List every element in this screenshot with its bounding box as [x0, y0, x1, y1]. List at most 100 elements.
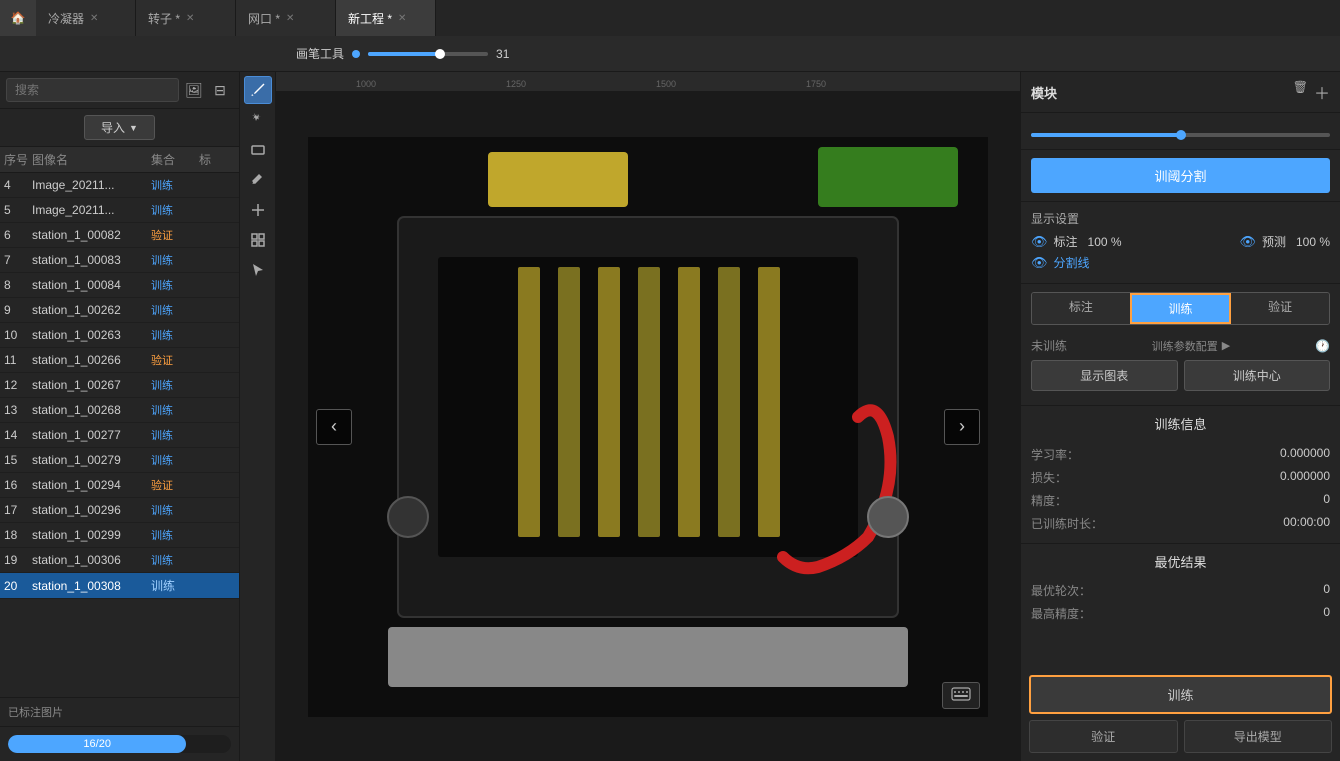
threshold-slider[interactable]: [1031, 133, 1330, 137]
secondary-buttons: 验证 导出模型: [1029, 720, 1332, 753]
list-item[interactable]: 11station_1_00266验证: [0, 348, 239, 373]
segment-button[interactable]: 训阈分割: [1031, 158, 1330, 193]
main-train-button[interactable]: 训练: [1029, 675, 1332, 714]
tab-close-port[interactable]: ✕: [286, 13, 294, 24]
progress-section: 16/20: [0, 726, 239, 761]
list-item[interactable]: 17station_1_00296训练: [0, 498, 239, 523]
grid-tool-btn[interactable]: [244, 226, 272, 254]
trained-time-row: 已训练时长： 00:00:00: [1031, 512, 1330, 535]
list-item[interactable]: 4Image_20211...训练: [0, 173, 239, 198]
list-item[interactable]: 9station_1_00262训练: [0, 298, 239, 323]
best-epoch-row: 最优轮次： 0: [1031, 579, 1330, 602]
loss-value: 0.000000: [1280, 469, 1330, 486]
add-icon[interactable]: ＋: [1314, 80, 1330, 104]
image-icon-btn[interactable]: 🖼: [183, 79, 205, 101]
list-item[interactable]: 8station_1_00084训练: [0, 273, 239, 298]
ruler-mark: 1500: [656, 79, 676, 89]
erase-tool-btn[interactable]: [244, 166, 272, 194]
mode-tabs: 标注 训练 验证: [1021, 284, 1340, 333]
train-status-label: 未训练: [1031, 337, 1067, 354]
next-image-btn[interactable]: ›: [944, 409, 980, 445]
eye-seg-icon[interactable]: 👁: [1031, 255, 1048, 271]
annotation-mode-tabs: 标注 训练 验证: [1031, 292, 1330, 325]
export-model-button[interactable]: 导出模型: [1184, 720, 1333, 753]
select-tool-btn[interactable]: [244, 256, 272, 284]
train-center-btn[interactable]: 训练中心: [1184, 360, 1331, 391]
progress-bar: 16/20: [8, 735, 231, 753]
home-btn[interactable]: 🏠: [0, 0, 36, 36]
list-item-selected[interactable]: 20station_1_00308训练: [0, 573, 239, 599]
train-info-section: 训练信息 学习率： 0.000000 损失： 0.000000 精度： 0 已训…: [1021, 406, 1340, 543]
learning-rate-label: 学习率：: [1031, 446, 1079, 463]
tab-port[interactable]: 网口 * ✕: [236, 0, 336, 36]
main-area: 🖼 ⊟ ☰ 🎧 导入 ▼ 序号 图像名 集合 标 4Image_20211...…: [0, 72, 1340, 761]
loss-label: 损失：: [1031, 469, 1067, 486]
canvas-main: ‹ ›: [276, 92, 1020, 761]
tab-close-condenser[interactable]: ✕: [90, 13, 98, 24]
tab-verify[interactable]: 验证: [1231, 293, 1329, 324]
predict-pct: 100 %: [1296, 235, 1330, 249]
pen-tool-btn[interactable]: [244, 76, 272, 104]
rect-tool-btn[interactable]: [244, 136, 272, 164]
best-results-section: 最优结果 最优轮次： 0 最高精度： 0: [1021, 543, 1340, 633]
eye-label-icon[interactable]: 👁: [1031, 234, 1048, 250]
cross-tool-btn[interactable]: [244, 196, 272, 224]
train-info-title: 训练信息: [1031, 414, 1330, 433]
train-config-btn[interactable]: 训练参数配置 ▶: [1152, 338, 1230, 354]
tab-new-project[interactable]: 新工程 * ✕: [336, 0, 436, 36]
list-item[interactable]: 10station_1_00263训练: [0, 323, 239, 348]
learning-rate-value: 0.000000: [1280, 446, 1330, 463]
list-item[interactable]: 15station_1_00279训练: [0, 448, 239, 473]
title-bar: 🏠 冷凝器 ✕ 转子 * ✕ 网口 * ✕ 新工程 * ✕: [0, 0, 1340, 36]
list-item[interactable]: 16station_1_00294验证: [0, 473, 239, 498]
threshold-section: [1021, 113, 1340, 150]
ruler: 1000 1250 1500 1750: [276, 72, 1020, 92]
tab-close-new[interactable]: ✕: [398, 13, 406, 24]
label-text: 标注: [1054, 233, 1078, 250]
import-button[interactable]: 导入 ▼: [84, 115, 155, 140]
list-item[interactable]: 13station_1_00268训练: [0, 398, 239, 423]
seg-line-row: 👁 分割线: [1031, 254, 1330, 271]
trained-time-value: 00:00:00: [1283, 515, 1330, 532]
list-item[interactable]: 18station_1_00299训练: [0, 523, 239, 548]
chevron-right-icon: ▶: [1222, 339, 1230, 352]
brush-size-value: 31: [496, 47, 516, 61]
delete-icon[interactable]: 🗑: [1293, 80, 1308, 104]
chevron-icon: ▼: [129, 123, 138, 133]
verify-button[interactable]: 验证: [1029, 720, 1178, 753]
list-item[interactable]: 14station_1_00277训练: [0, 423, 239, 448]
brush-size-slider[interactable]: [368, 52, 488, 56]
import-bar: 导入 ▼: [0, 109, 239, 147]
tab-train[interactable]: 训练: [1130, 293, 1232, 324]
list-item[interactable]: 5Image_20211...训练: [0, 198, 239, 223]
filter-icon-btn[interactable]: ⊟: [209, 79, 231, 101]
tab-condenser[interactable]: 冷凝器 ✕: [36, 0, 136, 36]
best-results-title: 最优结果: [1031, 552, 1330, 571]
best-accuracy-label: 最高精度：: [1031, 605, 1091, 622]
list-item[interactable]: 6station_1_00082验证: [0, 223, 239, 248]
tab-label[interactable]: 标注: [1032, 293, 1130, 324]
magic-tool-btn[interactable]: [244, 106, 272, 134]
list-item[interactable]: 19station_1_00306训练: [0, 548, 239, 573]
toolbar-dot: [352, 50, 360, 58]
best-epoch-label: 最优轮次：: [1031, 582, 1091, 599]
history-icon[interactable]: 🕐: [1315, 339, 1330, 353]
tab-close-rotor[interactable]: ✕: [186, 13, 194, 24]
show-chart-btn[interactable]: 显示图表: [1031, 360, 1178, 391]
keyboard-shortcuts-btn[interactable]: [942, 682, 980, 709]
display-settings: 显示设置 👁 标注 100 % 👁 预测 100 % 👁 分割线: [1021, 202, 1340, 284]
tab-rotor[interactable]: 转子 * ✕: [136, 0, 236, 36]
prev-image-btn[interactable]: ‹: [316, 409, 352, 445]
right-header-icons: 🗑 ＋: [1293, 80, 1330, 104]
tool-sidebar: [240, 72, 276, 761]
list-item[interactable]: 12station_1_00267训练: [0, 373, 239, 398]
image-list: 4Image_20211...训练 5Image_20211...训练 6sta…: [0, 173, 239, 697]
search-input[interactable]: [6, 78, 179, 102]
train-status-row: 未训练 训练参数配置 ▶ 🕐: [1031, 337, 1330, 354]
best-accuracy-value: 0: [1323, 605, 1330, 622]
eye-predict-icon[interactable]: 👁: [1239, 234, 1256, 250]
toolbar-row: 画笔工具 31: [0, 36, 1340, 72]
best-epoch-value: 0: [1323, 582, 1330, 599]
trained-time-label: 已训练时长：: [1031, 515, 1103, 532]
list-item[interactable]: 7station_1_00083训练: [0, 248, 239, 273]
